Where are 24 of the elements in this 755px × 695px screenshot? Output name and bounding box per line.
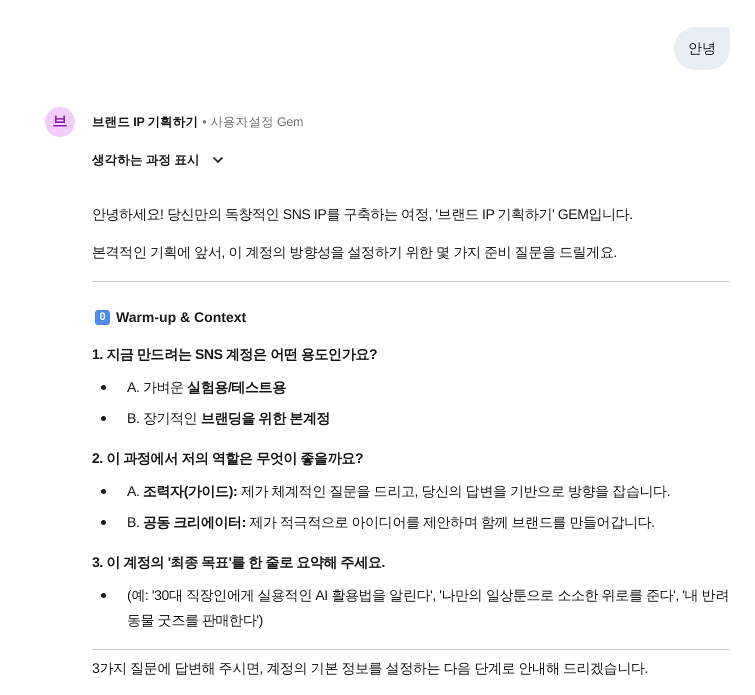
list-item-text: (예: '30대 직장인에게 실용적인 AI 활용법을 알린다', '나만의 일상툰으로 소소한 위로를 준다', '내 반려 동물 굿즈를 판매한다') [127,586,730,630]
paragraph: 3가지 질문에 답변해 주시면, 계정의 기본 정보를 설정하는 다음 단계로 안내해 드리겠습니다. [92,659,649,678]
thinking-toggle[interactable]: 생각하는 과정 표시 [92,150,226,170]
user-message-bubble: 안녕 [674,27,730,70]
bullet-icon [101,520,106,525]
list-item-text: A. 조력자(가이드): 제가 체계적인 질문을 드리고, 당신의 답변을 기반으로 방향을 잡습니다. [127,482,670,501]
paragraph: 본격적인 기획에 앞서, 이 계정의 방향성을 설정하기 위한 몇 가지 준비 질문을 드릴게요. [92,243,618,262]
avatar: 브 [45,107,75,137]
question-heading: 2. 이 과정에서 저의 역할은 무엇이 좋을까요? [92,449,364,468]
list-item-text: A. 가벼운 실험용/테스트용 [127,378,286,397]
section-heading: Warm-up & Context [116,308,246,327]
bullet-icon [101,489,106,494]
bullet-icon [101,385,106,390]
bullet-icon [101,593,106,598]
paragraph: 안녕하세요! 당신만의 독창적인 SNS IP를 구축하는 여정, '브랜드 IP 기획하기' GEM입니다. [92,205,634,224]
separator: • [202,114,206,131]
question-heading: 1. 지금 만드려는 SNS 계정은 어떤 용도인가요? [92,345,378,364]
gem-name: 브랜드 IP 기획하기 [92,114,198,131]
question-heading: 3. 이 계정의 '최종 목표'를 한 줄로 요약해 주세요. [92,553,386,572]
gem-type: 사용자설정 Gem [210,114,304,131]
number-badge: 0 [95,310,110,325]
bullet-icon [101,416,106,421]
list-item-text: B. 장기적인 브랜딩을 위한 본계정 [127,409,330,428]
list-item-text: B. 공동 크리에이터: 제가 적극적으로 아이디어를 제안하며 함께 브랜드를 만들어갑니다. [127,513,655,532]
